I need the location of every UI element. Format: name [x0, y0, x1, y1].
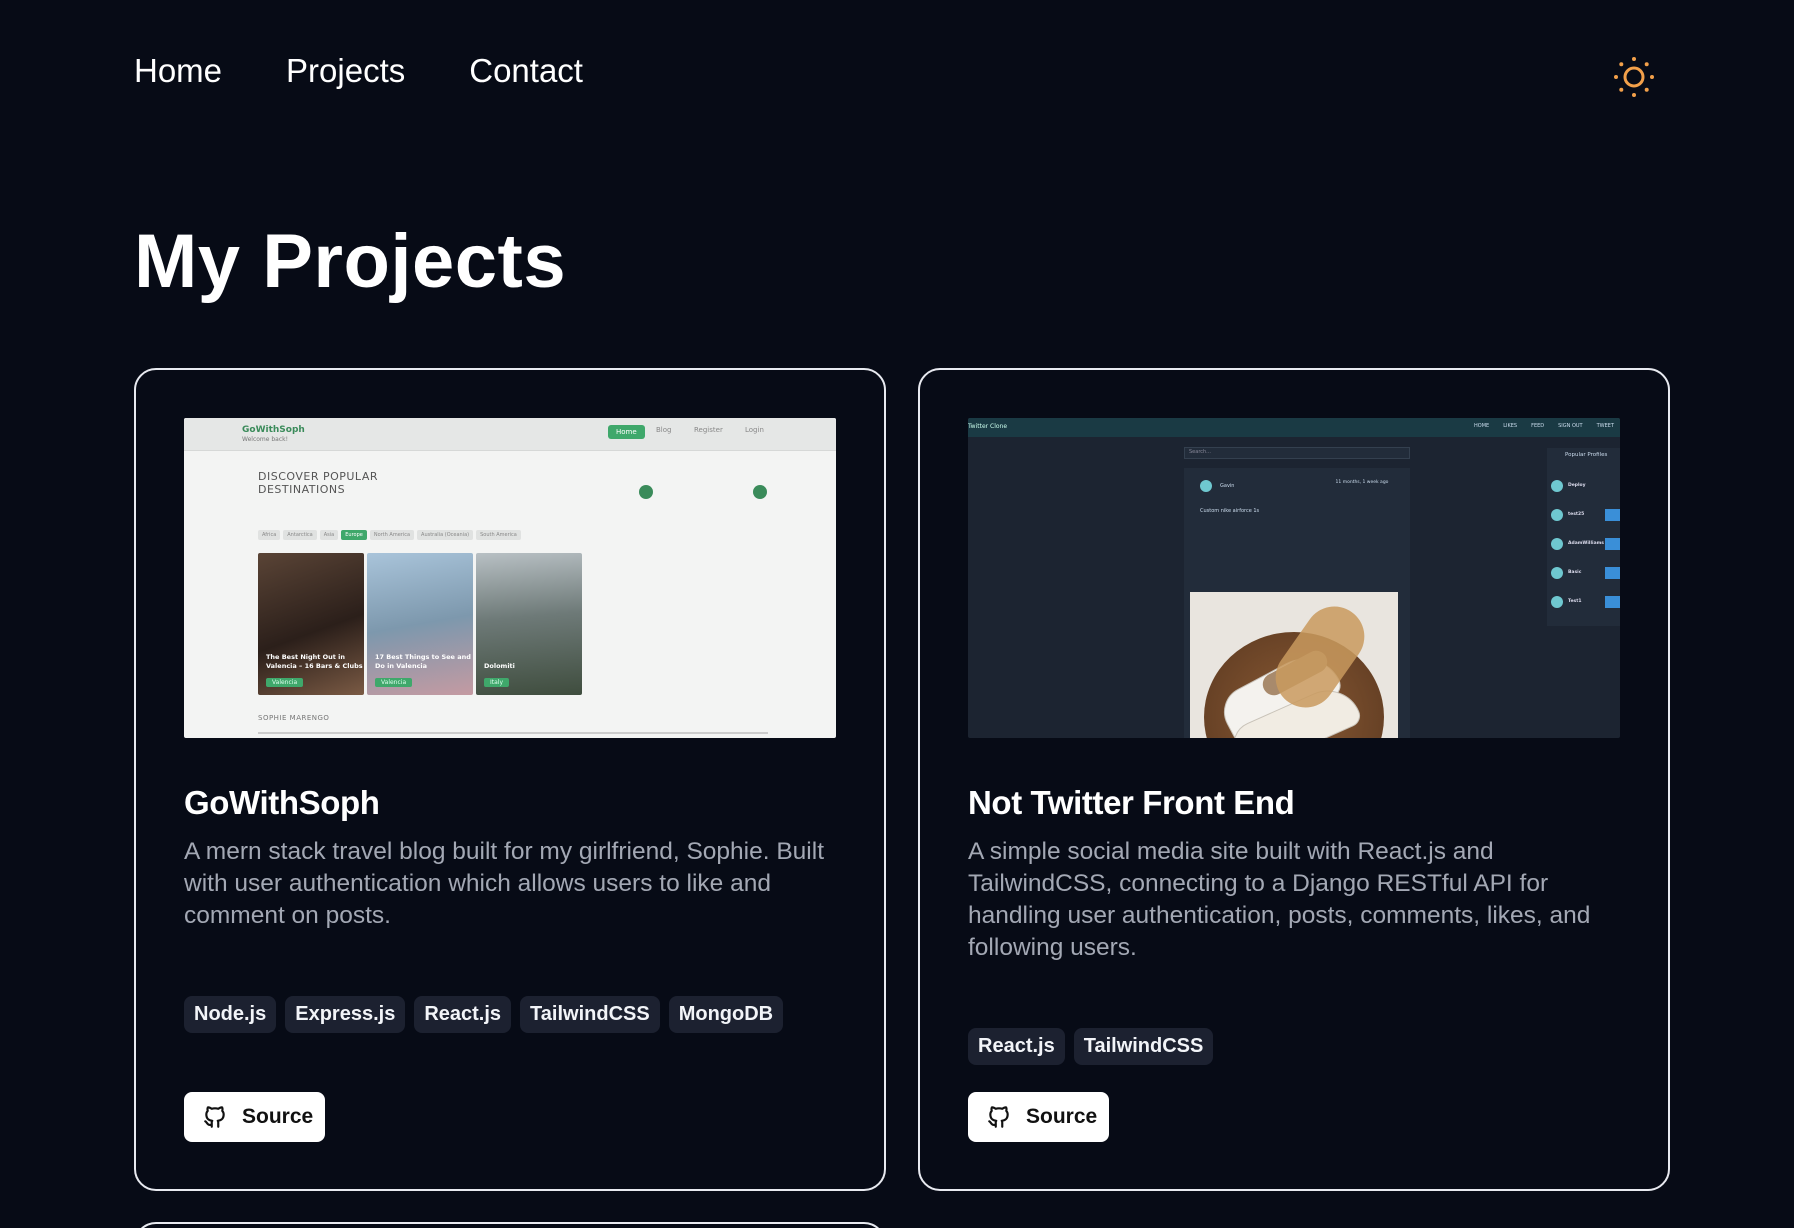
github-icon — [988, 1106, 1009, 1128]
nav-home-link[interactable]: Home — [134, 52, 222, 90]
profile-row: test25 — [1551, 509, 1620, 521]
region-chip: North America — [369, 530, 415, 540]
screenshot-nav-home: Home — [608, 425, 645, 439]
follow-button — [1605, 509, 1620, 521]
region-chip: Australia (Oceania) — [417, 530, 474, 540]
avatar — [1551, 538, 1563, 550]
screenshot-region-chips: Africa Antarctica Asia Europe North Amer… — [258, 530, 521, 540]
chevron-left-icon — [639, 485, 653, 499]
post-time: 11 months, 1 week ago — [1335, 480, 1389, 485]
project-screenshot: Twitter Clone HOME LIKES FEED SIGN OUT T… — [968, 418, 1620, 738]
destination-caption: Dolomiti — [484, 662, 515, 670]
avatar — [1551, 596, 1563, 608]
top-nav: Home Projects Contact — [134, 52, 583, 90]
destination-card: The Best Night Out in Valencia – 16 Bars… — [258, 553, 364, 695]
screenshot-nav-item: LIKES — [1503, 423, 1518, 429]
follow-button — [1605, 567, 1620, 579]
project-card: Twitter Clone HOME LIKES FEED SIGN OUT T… — [918, 368, 1670, 1191]
avatar — [1551, 480, 1563, 492]
profile-name: Basic — [1568, 570, 1582, 575]
screenshot-sidebar: Popular Profiles Deploy test25 AdamWilli… — [1547, 448, 1620, 626]
avatar — [1200, 480, 1212, 492]
tech-tag: TailwindCSS — [520, 996, 660, 1033]
project-card — [134, 1222, 886, 1228]
screenshot-nav: HOME LIKES FEED SIGN OUT TWEET — [1474, 423, 1614, 429]
sun-icon — [1614, 57, 1654, 97]
screenshot-post: Gavin 11 months, 1 week ago Custom nike … — [1184, 468, 1410, 738]
region-chip: Asia — [319, 530, 339, 540]
source-button-label: Source — [242, 1105, 314, 1128]
tech-tag: Express.js — [285, 996, 406, 1033]
destination-tag: Italy — [484, 678, 510, 687]
project-description: A mern stack travel blog built for my gi… — [184, 838, 825, 929]
chevron-right-icon — [753, 485, 767, 499]
destination-card: 17 Best Things to See and Do in Valencia… — [367, 553, 473, 695]
follow-button — [1605, 538, 1620, 550]
tech-tag: React.js — [968, 1028, 1065, 1065]
region-chip-active: Europe — [341, 530, 367, 540]
screenshot-app-title: Twitter Clone — [968, 423, 1008, 430]
screenshot-nav-blog: Blog — [656, 426, 672, 434]
screenshot-heading-line2: DESTINATIONS — [258, 483, 346, 496]
post-user: Gavin — [1220, 483, 1235, 489]
project-title: GoWithSoph — [184, 784, 380, 821]
destination-caption: The Best Night Out in Valencia – 16 Bars… — [266, 653, 363, 670]
nav-contact-link[interactable]: Contact — [469, 52, 583, 90]
profile-row: Deploy — [1551, 480, 1620, 492]
nav-projects-link[interactable]: Projects — [286, 52, 405, 90]
project-title: Not Twitter Front End — [968, 784, 1295, 821]
screenshot-nav-item: SIGN OUT — [1558, 423, 1583, 429]
project-card: GoWithSoph Welcome back! Home Blog Regis… — [134, 368, 886, 1191]
screenshot-heading-line1: DISCOVER POPULAR — [258, 470, 378, 483]
screenshot-nav-item: FEED — [1531, 423, 1545, 429]
region-chip: Africa — [258, 530, 281, 540]
follow-button — [1605, 596, 1620, 608]
project-screenshot: GoWithSoph Welcome back! Home Blog Regis… — [184, 418, 836, 738]
avatar — [1551, 567, 1563, 579]
region-chip: South America — [476, 530, 521, 540]
tech-tag: React.js — [414, 996, 512, 1033]
region-chip: Antarctica — [283, 530, 317, 540]
profile-name: AdamWilliams — [1568, 541, 1604, 546]
destination-tag: Valencia — [266, 678, 304, 687]
post-text: Custom nike airforce 1s — [1200, 508, 1260, 514]
tech-tag: Node.js — [184, 996, 277, 1033]
github-icon — [204, 1106, 225, 1128]
project-description: A simple social media site built with Re… — [968, 838, 1591, 961]
screenshot-brand-sub: Welcome back! — [242, 436, 289, 443]
tech-tags: React.js TailwindCSS — [968, 1028, 1214, 1065]
profile-row: Test1 — [1551, 596, 1620, 608]
theme-toggle-button[interactable] — [1612, 55, 1656, 99]
source-button[interactable]: Source — [968, 1092, 1109, 1142]
destination-tag: Valencia — [375, 678, 413, 687]
post-image — [1190, 592, 1398, 738]
profile-name: Test1 — [1568, 599, 1582, 604]
screenshot-search: Search... — [1184, 447, 1410, 459]
screenshot-heading: DISCOVER POPULAR DESTINATIONS — [258, 470, 378, 496]
screenshot-nav-item: HOME — [1474, 423, 1490, 429]
profile-name: Deploy — [1568, 483, 1586, 488]
divider — [258, 732, 768, 734]
screenshot-brand: GoWithSoph — [242, 425, 305, 435]
tech-tags: Node.js Express.js React.js TailwindCSS … — [184, 996, 784, 1033]
screenshot-nav-register: Register — [694, 426, 723, 434]
screenshot-footer-name: SOPHIE MARENGO — [258, 714, 330, 722]
tech-tag: TailwindCSS — [1073, 1028, 1214, 1065]
source-button[interactable]: Source — [184, 1092, 325, 1142]
source-button-label: Source — [1026, 1105, 1098, 1128]
avatar — [1551, 509, 1563, 521]
profile-name: test25 — [1568, 512, 1585, 517]
destination-card: Dolomiti Italy — [476, 553, 582, 695]
screenshot-nav-item: TWEET — [1596, 423, 1614, 429]
profile-row: AdamWilliams — [1551, 538, 1620, 550]
destination-caption: 17 Best Things to See and Do in Valencia — [375, 653, 471, 670]
page-title: My Projects — [134, 219, 567, 304]
screenshot-nav-login: Login — [745, 426, 764, 434]
tech-tag: MongoDB — [668, 996, 784, 1033]
sidebar-title: Popular Profiles — [1565, 452, 1608, 458]
profile-row: Basic — [1551, 567, 1620, 579]
